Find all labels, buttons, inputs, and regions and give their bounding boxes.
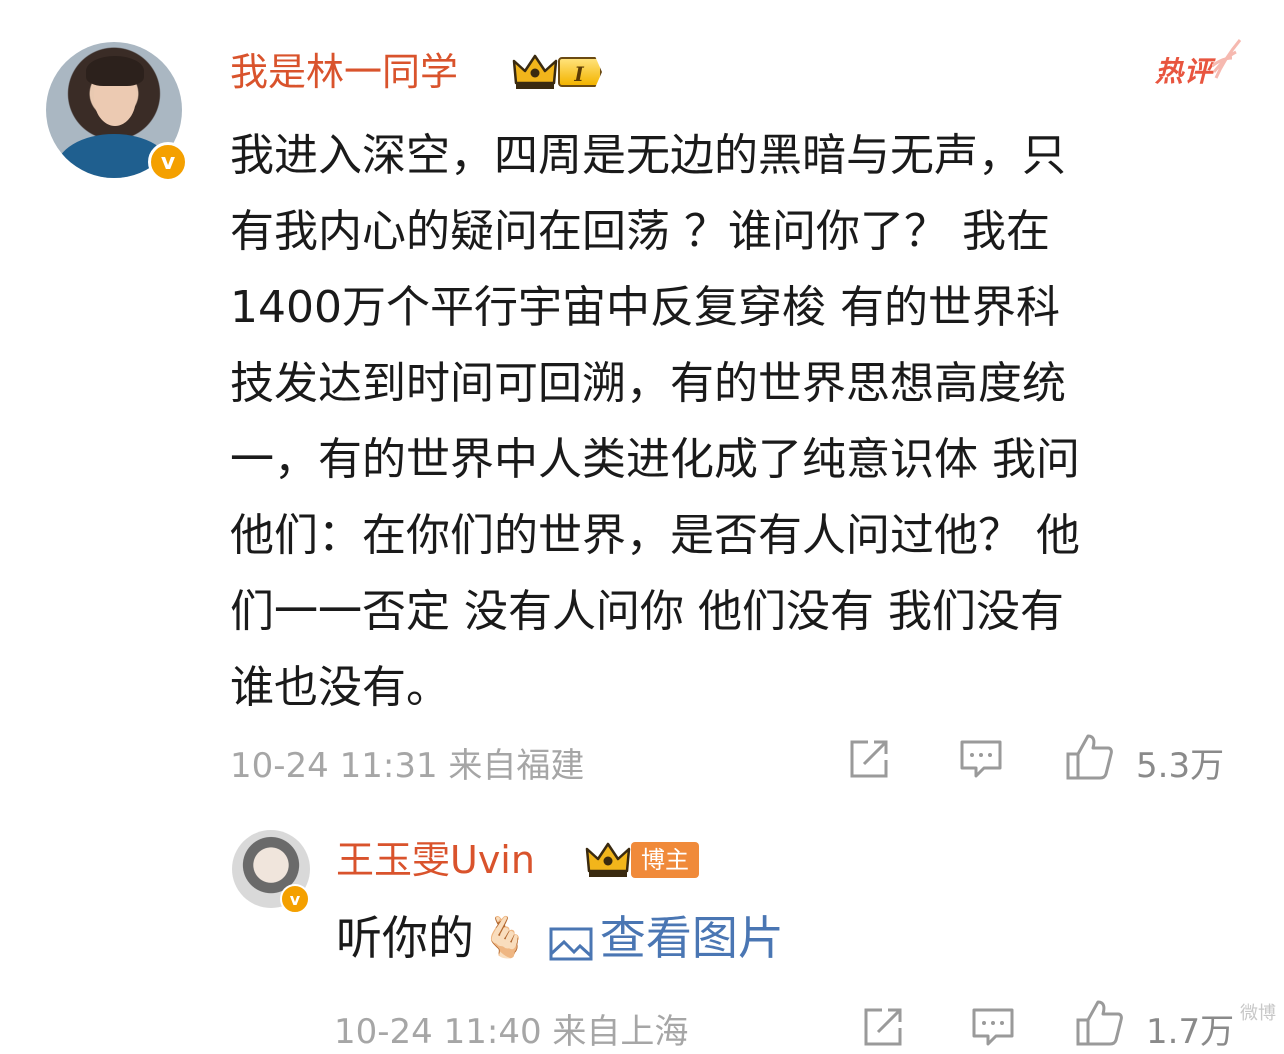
reply-body: 听你的 🫰🏻 查看图片 bbox=[336, 908, 784, 968]
avatar-hair bbox=[86, 56, 144, 86]
hot-wing-icon bbox=[1211, 38, 1242, 80]
comment-meta: 10-24 11:31 来自福建 bbox=[230, 746, 585, 786]
level-tag: I bbox=[558, 57, 602, 87]
view-picture-link[interactable]: 查看图片 bbox=[548, 908, 784, 968]
comment-icon[interactable] bbox=[970, 1004, 1016, 1050]
crown-icon bbox=[512, 52, 558, 92]
reply-text: 听你的 bbox=[336, 911, 474, 965]
hot-comment-label: 热评 bbox=[1155, 55, 1214, 88]
view-picture-label: 查看图片 bbox=[599, 911, 784, 965]
reply-verified-badge: v bbox=[280, 884, 310, 914]
comment-icon[interactable] bbox=[958, 736, 1004, 782]
share-icon[interactable] bbox=[846, 736, 892, 782]
reply-membership-badge[interactable]: 博主 bbox=[585, 840, 699, 880]
comment-body: 我进入深空，四周是无边的黑暗与无声，只 有我内心的疑问在回荡 ？谁问你了？ 我在… bbox=[230, 130, 1080, 713]
blogger-tag: 博主 bbox=[631, 842, 699, 878]
reply-like-count: 1.7万 bbox=[1146, 1012, 1235, 1052]
like-icon[interactable] bbox=[1074, 998, 1123, 1046]
watermark: 微博 bbox=[1240, 1003, 1276, 1024]
like-count: 5.3万 bbox=[1136, 746, 1225, 786]
reply-meta: 10-24 11:40 来自上海 bbox=[334, 1012, 689, 1052]
like-icon[interactable] bbox=[1064, 732, 1113, 780]
verified-badge: v bbox=[148, 142, 188, 182]
finger-heart-emoji: 🫰🏻 bbox=[480, 915, 530, 961]
crown-icon bbox=[585, 840, 631, 880]
comment-username[interactable]: 我是林一同学 bbox=[230, 50, 458, 94]
membership-badge[interactable]: I bbox=[512, 52, 602, 92]
picture-icon bbox=[548, 918, 594, 961]
share-icon[interactable] bbox=[860, 1004, 906, 1050]
reply-username[interactable]: 王玉雯Uvin bbox=[336, 838, 535, 882]
